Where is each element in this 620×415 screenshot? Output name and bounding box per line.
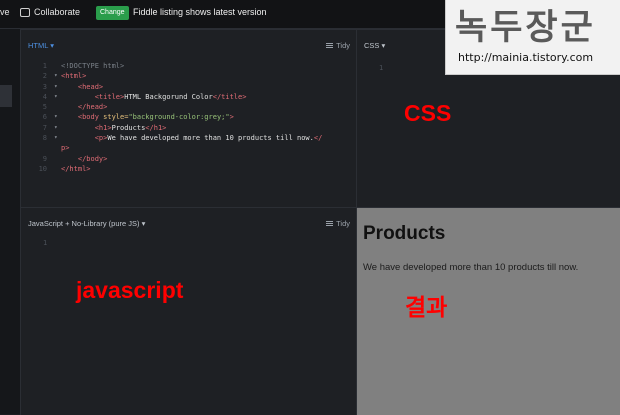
fold-arrow-icon[interactable]: ▾ — [54, 92, 58, 102]
code-token: "background-color:grey;" — [128, 113, 230, 122]
line-number: 3 — [42, 82, 47, 91]
line-number: 9 — [42, 154, 47, 163]
line-number: 1 — [42, 62, 47, 70]
toolbar-cut-label[interactable]: ve — [0, 7, 10, 17]
code-token: <head> — [61, 82, 104, 91]
code-text: <head> — [61, 82, 103, 92]
watermark: 녹두장군 http://mainia.tistory.com — [445, 0, 620, 75]
code-token: > — [229, 113, 234, 122]
html-pane-header: HTML ▾ Tidy — [21, 30, 356, 52]
sidebar-handle[interactable] — [0, 85, 12, 107]
code-token: </ — [313, 134, 323, 143]
js-tidy-button[interactable]: Tidy — [326, 219, 350, 228]
code-token: <body — [61, 113, 104, 122]
result-annotation: 결과 — [405, 294, 448, 320]
css-language-dropdown[interactable]: CSS ▾ — [364, 41, 385, 50]
code-token: </head> — [61, 103, 108, 112]
code-text: <title>HTML Backgorund Color</title> — [61, 92, 247, 102]
code-text: <body style="background-color:grey;"> — [61, 112, 234, 122]
javascript-annotation: javascript — [76, 277, 184, 303]
html-language-dropdown[interactable]: HTML ▾ — [28, 41, 54, 50]
code-text: <h1>Products</h1> — [61, 123, 167, 133]
result-paragraph: We have developed more than 10 products … — [363, 262, 579, 273]
code-text: </head> — [61, 102, 108, 112]
watermark-url: http://mainia.tistory.com — [458, 51, 594, 64]
chat-icon — [20, 7, 30, 17]
code-token: HTML Backgorund Color — [124, 92, 213, 101]
line-number: 5 — [42, 103, 47, 112]
code-text: </html> — [61, 164, 91, 174]
js-line-number: 1 — [43, 239, 48, 247]
code-token: style= — [103, 113, 129, 122]
code-token: <html> — [61, 72, 87, 81]
css-line-number: 1 — [379, 64, 384, 72]
code-text: <html> — [61, 71, 86, 81]
result-pane: Products We have developed more than 10 … — [356, 207, 620, 415]
lines-icon — [326, 43, 334, 48]
code-text: p> — [61, 143, 69, 153]
tidy-label: Tidy — [336, 219, 350, 228]
listing-status-text: Fiddle listing shows latest version — [133, 7, 267, 17]
code-token: <!DOCTYPE html> — [61, 62, 125, 70]
code-token: </h1> — [145, 123, 167, 132]
code-token: </body> — [61, 154, 108, 163]
code-token: <h1> — [61, 123, 112, 132]
line-number: 8 — [42, 134, 47, 143]
line-number: 7 — [42, 123, 47, 132]
left-sidebar-rail — [0, 29, 20, 414]
fold-arrow-icon[interactable]: ▾ — [54, 71, 58, 81]
code-token: p> — [61, 144, 70, 153]
fold-arrow-icon[interactable]: ▾ — [54, 82, 58, 92]
lines-icon — [326, 221, 334, 226]
code-text: <!DOCTYPE html> — [61, 61, 124, 71]
html-tidy-button[interactable]: Tidy — [326, 41, 350, 50]
code-token: <title> — [61, 92, 125, 101]
css-annotation: CSS — [404, 100, 452, 126]
collaborate-label: Collaborate — [34, 7, 81, 17]
line-number: 4 — [42, 92, 47, 101]
fold-arrow-icon[interactable]: ▾ — [54, 123, 58, 133]
code-text: </body> — [61, 154, 108, 164]
change-button[interactable]: Change — [96, 6, 129, 20]
code-token: Products — [111, 123, 146, 132]
fold-arrow-icon[interactable]: ▾ — [54, 133, 58, 143]
fold-arrow-icon[interactable]: ▾ — [54, 112, 58, 122]
html-editor-pane: HTML ▾ Tidy 1 <!DOCTYPE html> 2 ▾ <html> 3 ▾ <… — [20, 29, 356, 207]
js-language-dropdown[interactable]: JavaScript + No-Library (pure JS) ▾ — [28, 219, 145, 228]
javascript-editor-pane: JavaScript + No-Library (pure JS) ▾ Tidy… — [20, 207, 356, 415]
js-pane-header: JavaScript + No-Library (pure JS) ▾ Tidy — [21, 208, 356, 230]
tidy-label: Tidy — [336, 41, 350, 50]
code-token: <p> — [61, 134, 108, 143]
code-text: <p>We have developed more than 10 produc… — [61, 133, 323, 143]
line-number: 6 — [42, 113, 47, 122]
result-heading: Products — [363, 223, 446, 244]
code-token: We have developed more than 10 products … — [107, 134, 314, 143]
collaborate-button[interactable]: Collaborate — [20, 7, 80, 17]
watermark-title: 녹두장군 — [455, 8, 596, 48]
line-number: 2 — [42, 72, 47, 81]
code-token: </html> — [61, 164, 91, 173]
line-number: 10 — [38, 164, 47, 173]
code-token: </title> — [212, 92, 247, 101]
